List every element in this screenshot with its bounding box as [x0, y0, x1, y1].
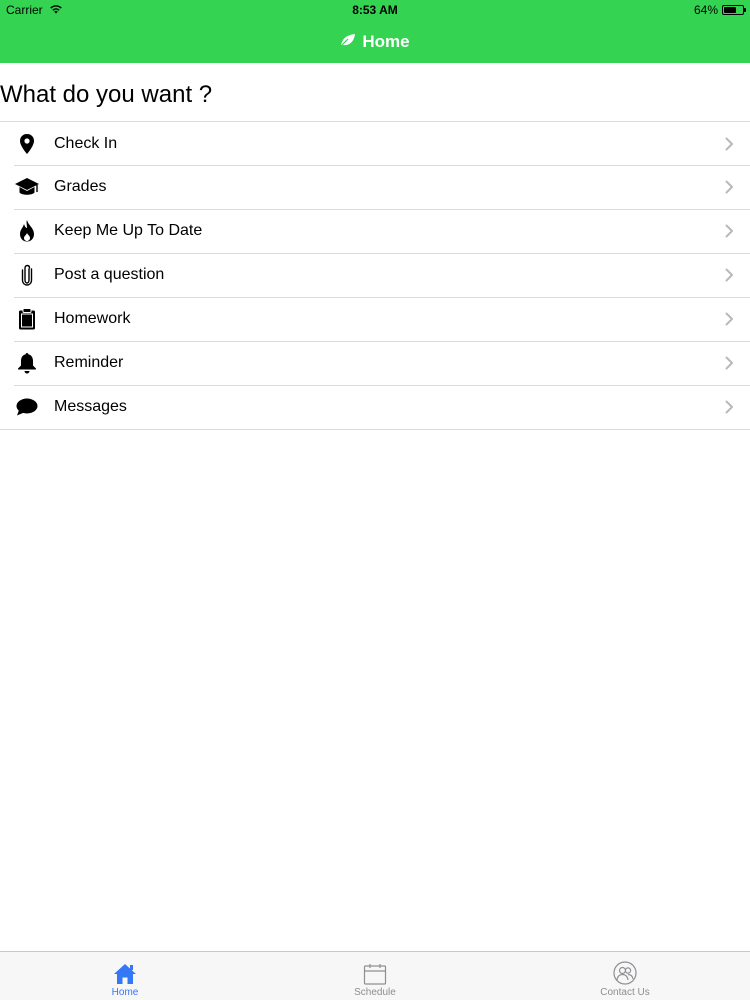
menu-item-label: Homework [54, 310, 131, 327]
menu-item-keep-me-up-to-date[interactable]: Keep Me Up To Date [0, 209, 750, 253]
flame-icon [0, 220, 54, 242]
menu-item-messages[interactable]: Messages [0, 385, 750, 429]
page-title: What do you want ? [0, 81, 213, 108]
battery-percent: 64% [693, 3, 718, 17]
tab-label: Home [111, 987, 139, 998]
nav-bar: Home [0, 20, 750, 63]
chevron-right-icon [714, 180, 744, 194]
battery-tip [744, 8, 746, 12]
chevron-right-icon [714, 356, 744, 370]
tab-bar: Home Schedule Contact Us [0, 951, 750, 1000]
tab-label: Contact Us [600, 987, 650, 998]
house-icon [113, 963, 137, 987]
calendar-icon [363, 963, 387, 987]
app-screen: Carrier 8:53 AM 64% Home What do you wan… [0, 0, 750, 1000]
menu-item-homework[interactable]: Homework [0, 297, 750, 341]
battery-icon [722, 5, 746, 15]
nav-title: Home [362, 31, 410, 51]
tab-label: Schedule [354, 987, 396, 998]
menu-item-label: Messages [54, 398, 127, 415]
status-bar: Carrier 8:53 AM 64% [0, 0, 750, 20]
battery-fill [724, 7, 736, 13]
map-pin-icon [0, 133, 54, 154]
menu-item-post-a-question[interactable]: Post a question [0, 253, 750, 297]
chevron-right-icon [714, 137, 744, 151]
paperclip-icon [0, 264, 54, 286]
menu-item-check-in[interactable]: Check In [0, 122, 750, 165]
speech-bubble-icon [0, 398, 54, 416]
menu-item-reminder[interactable]: Reminder [0, 341, 750, 385]
menu-item-label: Reminder [54, 354, 124, 371]
chevron-right-icon [714, 400, 744, 414]
header: Carrier 8:53 AM 64% Home [0, 0, 750, 63]
menu-item-label: Keep Me Up To Date [54, 222, 203, 239]
menu-item-grades[interactable]: Grades [0, 165, 750, 209]
tab-schedule[interactable]: Schedule [250, 952, 500, 1000]
bell-icon [0, 352, 54, 374]
tab-home[interactable]: Home [0, 952, 250, 1000]
clipboard-icon [0, 308, 54, 330]
menu-item-label: Post a question [54, 266, 165, 283]
menu-list: Check In Grades Keep Me Up To Date Post … [0, 121, 750, 430]
menu-item-label: Check In [54, 134, 118, 152]
tab-contact-us[interactable]: Contact Us [500, 952, 750, 1000]
status-right: 64% [693, 3, 746, 17]
contacts-icon [612, 961, 638, 987]
menu-item-label: Grades [54, 178, 107, 195]
leaf-icon [340, 32, 356, 52]
status-time: 8:53 AM [352, 3, 398, 17]
chevron-right-icon [714, 312, 744, 326]
chevron-right-icon [714, 224, 744, 238]
graduation-cap-icon [0, 177, 54, 197]
chevron-right-icon [714, 268, 744, 282]
